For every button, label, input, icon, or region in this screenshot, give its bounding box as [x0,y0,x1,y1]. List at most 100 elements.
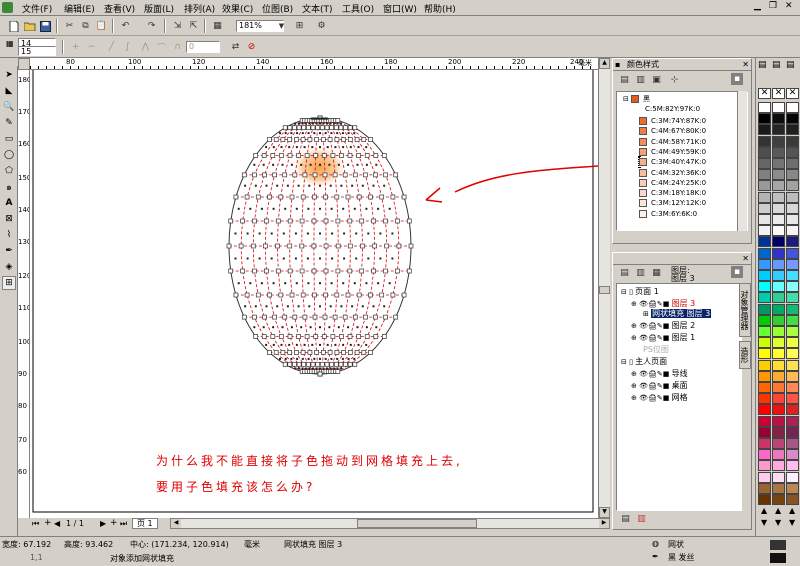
mesh-control-handle[interactable] [365,282,368,285]
mesh-node[interactable] [343,125,348,131]
mesh-node[interactable] [233,194,239,200]
mesh-node[interactable] [361,350,367,355]
mesh-node[interactable] [313,334,319,339]
palette-swatch[interactable] [758,438,771,449]
mesh-control-handle[interactable] [279,357,281,360]
mesh-node[interactable] [334,292,340,298]
mesh-control-handle[interactable] [357,146,360,149]
palette-swatch[interactable] [786,202,799,214]
mesh-control-handle[interactable] [309,326,312,329]
clear-mesh-icon[interactable]: ⊘ [244,40,259,54]
mesh-control-handle[interactable] [341,132,344,135]
mesh-node[interactable] [373,172,378,178]
mesh-node[interactable] [311,268,317,274]
palette-swatch[interactable] [772,348,785,360]
tree-item-icons[interactable]: ⊕ 👁🖨✎■ [631,394,672,402]
mesh-node[interactable] [278,194,284,200]
mesh-control-handle[interactable] [319,367,321,370]
mesh-node[interactable] [347,334,353,339]
palette-swatch[interactable] [758,348,771,360]
palette-swatch[interactable] [772,191,785,203]
palette-swatch[interactable] [772,214,785,225]
new-layer-icon[interactable]: ▤ [618,512,633,526]
mesh-node[interactable] [321,137,326,142]
mesh-control-handle[interactable] [375,326,378,329]
palette-scroll-icon[interactable]: ▲ [789,506,795,515]
mesh-control-handle[interactable] [290,357,293,360]
mesh-control-handle[interactable] [290,163,293,166]
mesh-node[interactable] [334,137,340,142]
mesh-control-handle[interactable] [337,326,340,329]
mesh-control-handle[interactable] [336,132,339,135]
palette-swatch[interactable] [758,202,771,214]
mesh-control-handle[interactable] [294,257,297,260]
tree-item-icons[interactable]: ⊕ 👁🖨✎■ [631,322,672,330]
mesh-node[interactable] [255,292,261,298]
mesh-node[interactable] [267,194,272,200]
close-icon[interactable]: ✕ [785,1,793,11]
mesh-control-handle[interactable] [330,282,333,285]
mesh-control-handle[interactable] [319,257,321,260]
palette-swatch[interactable] [758,314,771,326]
mesh-node[interactable] [252,218,257,224]
mesh-node[interactable] [307,350,313,355]
palette-swatch[interactable] [772,202,785,214]
chevron-down-icon[interactable]: ▼ [277,20,286,32]
mesh-node[interactable] [267,292,272,298]
mesh-control-handle[interactable] [294,122,297,125]
export-icon[interactable]: ⇱ [186,19,201,33]
mesh-control-handle[interactable] [340,184,343,187]
mesh-control-handle[interactable] [330,207,333,210]
mesh-node[interactable] [390,194,396,200]
grid-cols-input[interactable]: 15 [18,46,56,56]
mesh-node[interactable] [335,369,341,374]
mesh-node[interactable] [240,268,245,274]
mesh-control-handle[interactable] [326,146,329,149]
mesh-node[interactable] [371,218,376,224]
mesh-node[interactable] [324,361,330,367]
mesh-control-handle[interactable] [295,207,298,210]
mesh-node[interactable] [321,334,327,339]
close-icon[interactable]: ✕ [742,253,749,265]
mesh-node[interactable] [301,361,307,367]
outline-tool-icon[interactable]: ✒ [2,244,16,258]
mesh-control-handle[interactable] [265,305,268,308]
mesh-node[interactable] [294,350,299,355]
mesh-node[interactable] [252,314,257,320]
palette-swatch[interactable] [786,169,799,181]
mesh-control-handle[interactable] [330,132,333,135]
palette-swatch[interactable] [786,180,799,192]
mesh-control-handle[interactable] [294,367,297,370]
mesh-control-handle[interactable] [351,305,354,308]
mesh-control-handle[interactable] [329,305,332,308]
mesh-control-handle[interactable] [244,305,247,308]
mesh-node[interactable] [339,334,344,339]
mesh-control-handle[interactable] [319,122,321,125]
mesh-node[interactable] [332,314,338,320]
mesh-control-handle[interactable] [303,343,306,346]
mesh-node[interactable] [347,153,353,158]
mesh-node[interactable] [345,194,351,200]
palette-swatch[interactable] [772,146,785,158]
palette-swatch[interactable] [758,415,771,427]
mesh-node[interactable] [261,334,267,339]
tree-item[interactable]: ⊞ 网状填充 图层 3 [643,308,712,319]
palette-swatch[interactable] [772,426,785,438]
mesh-node[interactable] [287,350,293,355]
mesh-control-handle[interactable] [300,163,303,166]
mesh-control-handle[interactable] [319,146,321,149]
mesh-node[interactable] [368,350,373,355]
mesh-control-handle[interactable] [337,163,340,166]
mesh-control-handle[interactable] [301,367,304,370]
palette-swatch[interactable] [772,169,785,181]
mesh-node[interactable] [273,137,279,142]
mesh-control-handle[interactable] [313,132,316,135]
palette-swatch[interactable] [758,191,771,203]
mesh-control-handle[interactable] [334,146,337,149]
mesh-node[interactable] [347,350,353,355]
edit-across-layers-icon[interactable]: ▥ [633,266,648,280]
palette-swatch[interactable] [786,146,799,158]
palette-swatch[interactable] [786,382,799,393]
mesh-node[interactable] [313,153,319,158]
mesh-node[interactable] [228,268,234,274]
